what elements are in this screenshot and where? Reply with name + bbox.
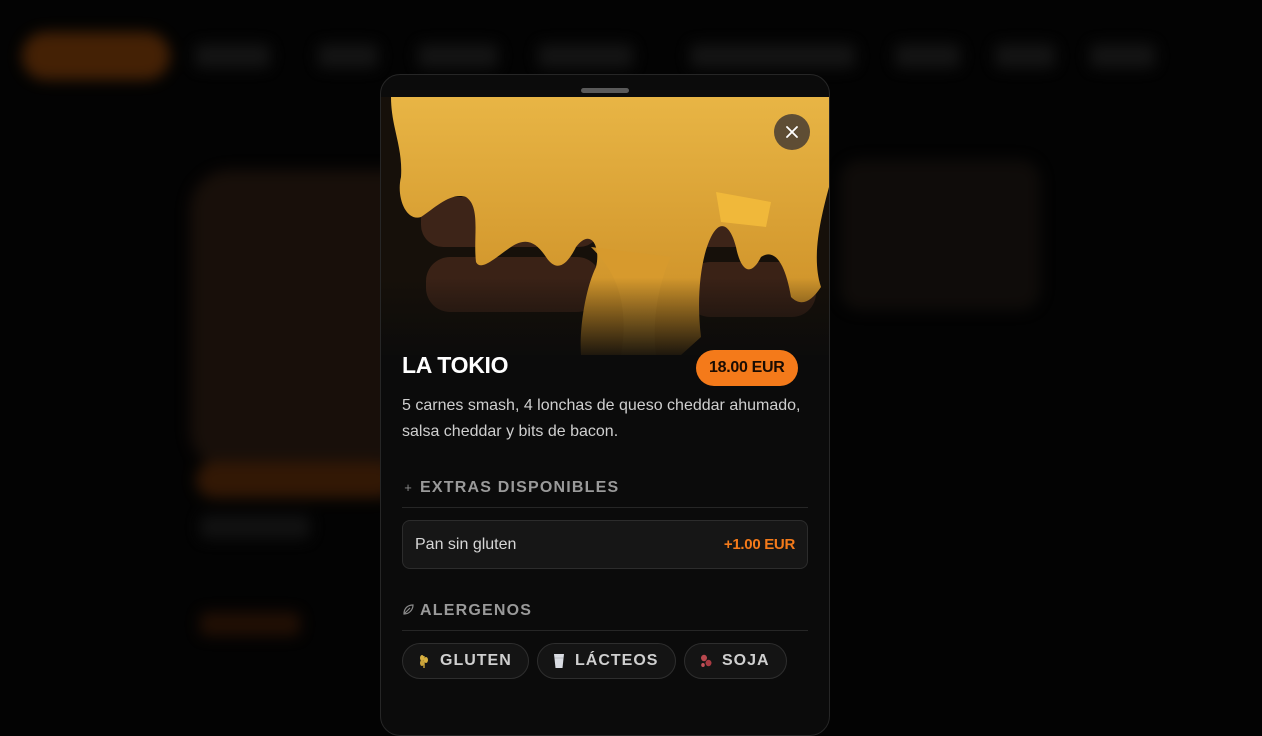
close-button[interactable] bbox=[774, 114, 810, 150]
background-text-line bbox=[200, 515, 310, 539]
allergen-chip-gluten: GLUTEN bbox=[402, 643, 529, 679]
background-nav-item bbox=[690, 44, 855, 68]
allergen-label: LÁCTEOS bbox=[575, 652, 659, 669]
allergen-label: SOJA bbox=[722, 652, 770, 669]
allergens-section-header: ALERGENOS bbox=[402, 600, 808, 631]
extra-option-name: Pan sin gluten bbox=[415, 536, 517, 553]
milk-glass-icon bbox=[552, 653, 566, 669]
allergen-chip-lacteos: LÁCTEOS bbox=[537, 643, 676, 679]
background-nav-item bbox=[895, 44, 960, 68]
background-logo bbox=[22, 32, 170, 80]
allergens-section-title: ALERGENOS bbox=[420, 602, 533, 619]
extras-section-header: + EXTRAS DISPONIBLES bbox=[402, 477, 808, 508]
background-nav-item bbox=[195, 44, 270, 68]
product-image bbox=[381, 97, 829, 355]
background-nav-item bbox=[318, 44, 378, 68]
wheat-icon bbox=[417, 653, 431, 669]
leaf-icon bbox=[402, 600, 414, 622]
product-description: 5 carnes smash, 4 lonchas de queso chedd… bbox=[402, 397, 801, 440]
extra-option-price: +1.00 EUR bbox=[723, 536, 795, 553]
background-nav-item bbox=[1090, 44, 1155, 68]
allergen-label: GLUTEN bbox=[440, 652, 512, 669]
allergen-chip-soja: SOJA bbox=[684, 643, 787, 679]
price-badge: 18.00 EUR bbox=[696, 350, 798, 386]
background-card bbox=[840, 160, 1040, 310]
soy-bean-icon bbox=[699, 653, 713, 669]
background-nav-item bbox=[995, 44, 1055, 68]
extra-option-pan-sin-gluten[interactable]: Pan sin gluten +1.00 EUR bbox=[402, 520, 808, 569]
background-nav-item bbox=[418, 44, 498, 68]
background-nav-item bbox=[538, 44, 633, 68]
background-hero-button bbox=[196, 462, 396, 498]
plus-icon: + bbox=[404, 480, 412, 495]
product-title: LA TOKIO bbox=[402, 352, 509, 378]
background-text-line bbox=[200, 612, 300, 636]
product-modal: LA TOKIO 18.00 EUR 5 carnes smash, 4 lon… bbox=[380, 74, 830, 736]
drag-handle[interactable] bbox=[581, 88, 629, 93]
extras-section-title: EXTRAS DISPONIBLES bbox=[420, 479, 620, 496]
close-icon bbox=[786, 126, 798, 138]
